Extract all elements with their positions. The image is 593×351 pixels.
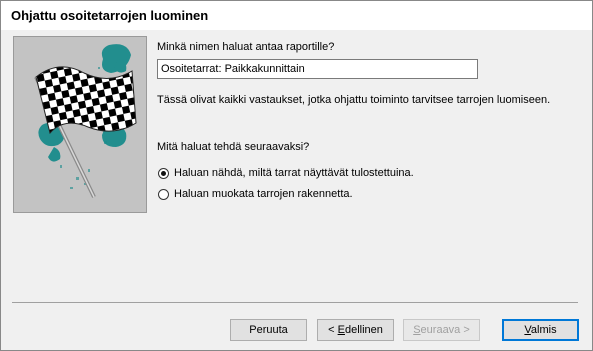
back-button[interactable]: < Edellinen [317,319,394,341]
button-separator [12,302,578,303]
option-preview-label[interactable]: Haluan nähdä, miltä tarrat näyttävät tul… [174,167,414,179]
dialog-title: Ohjattu osoitetarrojen luominen [11,8,209,23]
option-modify-label[interactable]: Haluan muokata tarrojen rakennetta. [174,188,353,200]
checkered-flag-graphic [34,44,137,198]
next-button[interactable]: Seuraava > [403,319,480,341]
next-button-label: euraava > [420,324,470,336]
info-text: Tässä olivat kaikki vastaukset, jotka oh… [157,94,551,106]
report-name-prompt: Minkä nimen haluat antaa raportille? [157,41,335,53]
option-preview-radio[interactable] [158,167,169,179]
finish-button-label: almis [530,324,557,336]
back-button-label: dellinen [344,324,383,336]
back-button-accel: E [337,324,345,336]
cancel-button-label: Peruuta [249,324,288,336]
cancel-button[interactable]: Peruuta [230,319,307,341]
option-modify-radio[interactable] [158,188,169,200]
option-modify-row[interactable]: Haluan muokata tarrojen rakennetta. [158,186,353,202]
next-question-label: Mitä haluat tehdä seuraavaksi? [157,141,310,153]
back-button-prefix: < [328,324,338,336]
option-preview-row[interactable]: Haluan nähdä, miltä tarrat näyttävät tul… [158,165,414,181]
label-wizard-dialog: Ohjattu osoitetarrojen luominen Minkä ni… [0,0,593,351]
checkered-flag-icon [13,36,147,213]
report-name-input[interactable] [157,59,478,79]
next-button-accel: S [413,324,421,336]
finish-button[interactable]: Valmis [502,319,579,341]
title-bar: Ohjattu osoitetarrojen luominen [1,1,592,30]
